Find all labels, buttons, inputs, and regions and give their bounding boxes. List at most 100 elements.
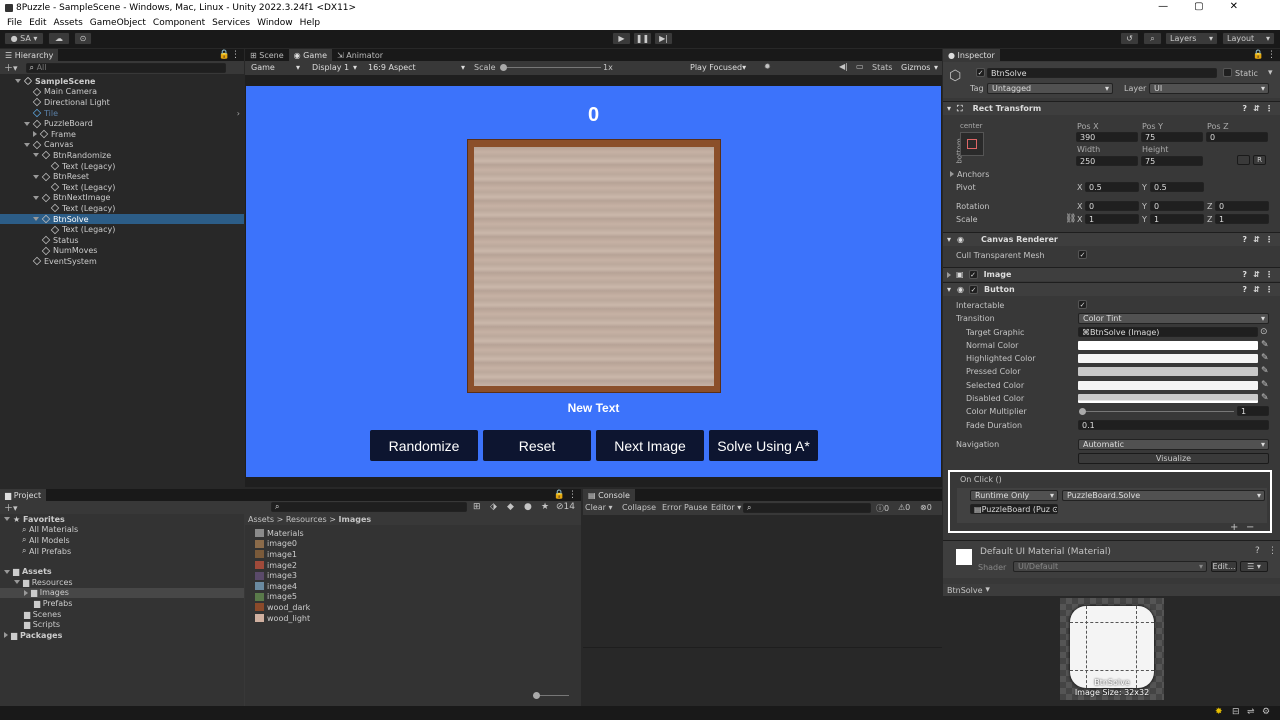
lock-icon[interactable]: 🔒 [1253,50,1264,60]
play-focused-dropdown[interactable]: Play Focused ▾ [686,62,749,73]
multiplier-slider-thumb[interactable] [1079,408,1086,415]
multiplier-field[interactable]: 1 [1237,406,1269,416]
selected-color-swatch[interactable] [1078,381,1258,390]
layer-dropdown[interactable]: UI ▾ [1149,83,1269,94]
zoom-slider-thumb[interactable] [533,692,540,699]
favorite-all-materials[interactable]: ⌕ All Materials [0,525,244,536]
canvas-renderer-header[interactable]: ▾ ◉ Canvas Renderer ? ⇵ ⋮ [943,232,1280,246]
tag-dropdown[interactable]: Untagged ▾ [987,83,1113,94]
scripts-folder[interactable]: ▆ Scripts [0,619,244,630]
asset-item[interactable]: image4 [245,581,581,592]
editor-dropdown[interactable]: Editor ▾ [711,503,741,512]
kebab-menu-icon[interactable]: ⋮ [1267,50,1276,60]
scale-y-field[interactable]: 1 [1150,214,1204,224]
progress-icon[interactable]: ✸ [1215,707,1223,717]
posz-field[interactable]: 0 [1206,132,1268,142]
kebab-menu-icon[interactable]: ⋮ [1265,104,1273,113]
search-by-type-icon[interactable]: ⊞ [473,502,481,512]
rot-z-field[interactable]: 0 [1215,201,1269,211]
lock-icon[interactable]: 🔒 [219,50,230,60]
hierarchy-item[interactable]: Text (Legacy) [0,224,244,235]
console-search[interactable]: ⌕ [743,503,871,513]
tab-project[interactable]: ▆ Project [0,489,47,501]
hierarchy-item[interactable]: Main Camera [0,87,244,98]
chevron-down-icon[interactable] [33,174,39,179]
audio-icon[interactable]: ◀| [839,62,848,71]
scale-slider-thumb[interactable] [500,64,507,71]
call-mode-dropdown[interactable]: Runtime Only ▾ [970,490,1058,501]
debug-icon[interactable]: ⚙ [1262,707,1270,717]
static-checkbox[interactable] [1223,68,1232,77]
preset-icon[interactable]: ⇵ [1253,235,1260,244]
remove-listener-icon[interactable]: − [1246,522,1254,533]
scenes-folder[interactable]: ▆ Scenes [0,609,244,620]
history-button[interactable]: ↺ [1120,32,1139,45]
shader-menu-button[interactable]: ☰ ▾ [1240,561,1268,572]
add-icon[interactable]: ＋▾ [4,501,18,514]
settings-gear-icon[interactable]: ✹ [764,62,771,71]
favorites-folder[interactable]: ★ Favorites [0,514,244,525]
width-field[interactable]: 250 [1076,156,1138,166]
hierarchy-item[interactable]: Text (Legacy) [0,203,244,214]
chevron-right-icon[interactable]: › [237,109,240,118]
chevron-down-icon[interactable] [33,153,39,158]
hierarchy-item[interactable]: BtnReset [0,171,244,182]
hierarchy-item[interactable]: PuzzleBoard [0,118,244,129]
raw-edit-button[interactable]: R [1253,155,1266,165]
display-dropdown[interactable]: Display 1 ▾ [308,62,360,73]
eyedropper-icon[interactable]: ✎ [1261,366,1269,376]
stats-button[interactable]: Stats [872,63,892,72]
hierarchy-item[interactable]: EventSystem [0,256,244,267]
next-image-button[interactable]: Next Image [596,430,704,461]
help-icon[interactable]: ? [1242,104,1247,113]
play-button[interactable]: ▶ [612,32,631,45]
asset-item[interactable]: image0 [245,539,581,550]
menu-component[interactable]: Component [153,18,205,28]
menu-window[interactable]: Window [257,18,293,28]
hierarchy-item[interactable]: SampleScene [0,76,244,87]
warning-log-toggle[interactable]: ⚠0 [898,503,910,512]
menu-help[interactable]: Help [300,18,321,28]
game-viewport[interactable]: 0 New Text Randomize Reset Next Image So… [246,86,941,477]
scale-z-field[interactable]: 1 [1215,214,1269,224]
transition-dropdown[interactable]: Color Tint ▾ [1078,313,1269,324]
resources-folder[interactable]: ▆ Resources [0,577,244,588]
eyedropper-icon[interactable]: ✎ [1261,353,1269,363]
hierarchy-item[interactable]: Tile › [0,108,244,119]
kebab-menu-icon[interactable]: ⋮ [231,50,240,60]
window-controls[interactable]: —▢✕ [1158,1,1264,12]
gizmos-dropdown[interactable]: Gizmos ▾ [897,62,941,73]
folder-item[interactable]: Materials [245,528,581,539]
hierarchy-item[interactable]: Status [0,235,244,246]
normal-color-swatch[interactable] [1078,341,1258,350]
cache-server-icon[interactable]: ⊟ [1232,707,1240,717]
function-dropdown[interactable]: PuzzleBoard.Solve ▾ [1062,490,1265,501]
chevron-down-icon[interactable] [33,195,39,200]
collapse-button[interactable]: Collapse [622,503,656,512]
blueprint-mode-button[interactable] [1237,155,1250,165]
visualize-button[interactable]: Visualize [1078,453,1269,464]
link-icon[interactable]: ⛓ [1065,214,1076,224]
chevron-down-icon[interactable] [24,142,30,147]
favorite-star-icon[interactable]: ★ [541,502,549,512]
filter-icon[interactable]: ◆ [507,502,514,512]
edit-shader-button[interactable]: Edit... [1211,561,1237,572]
packages-folder[interactable]: ▆ Packages [0,630,244,641]
preset-icon[interactable]: ⇵ [1253,285,1260,294]
target-object-field[interactable]: ▤PuzzleBoard (Puz⊙ [970,504,1058,514]
hidden-packages-icon[interactable]: ⊘14 [556,502,575,512]
display-mode-dropdown[interactable]: Game ▾ [247,62,303,73]
kebab-menu-icon[interactable]: ⋮ [1265,285,1273,294]
object-picker-icon[interactable]: ⊙ [1260,327,1268,337]
help-icon[interactable]: ? [1255,546,1260,556]
button-enabled-checkbox[interactable]: ✓ [969,285,978,294]
kebab-menu-icon[interactable]: ⋮ [1265,270,1273,279]
layers-dropdown[interactable]: Layers ▾ [1165,32,1218,45]
network-icon[interactable]: ⇌ [1247,707,1255,717]
kebab-menu-icon[interactable]: ⋮ [568,490,577,500]
eyedropper-icon[interactable]: ✎ [1261,393,1269,403]
multiplier-slider-track[interactable] [1082,411,1234,412]
layout-dropdown[interactable]: Layout ▾ [1222,32,1275,45]
anchors-toggle[interactable]: Anchors [950,170,989,179]
asset-item[interactable]: image1 [245,549,581,560]
